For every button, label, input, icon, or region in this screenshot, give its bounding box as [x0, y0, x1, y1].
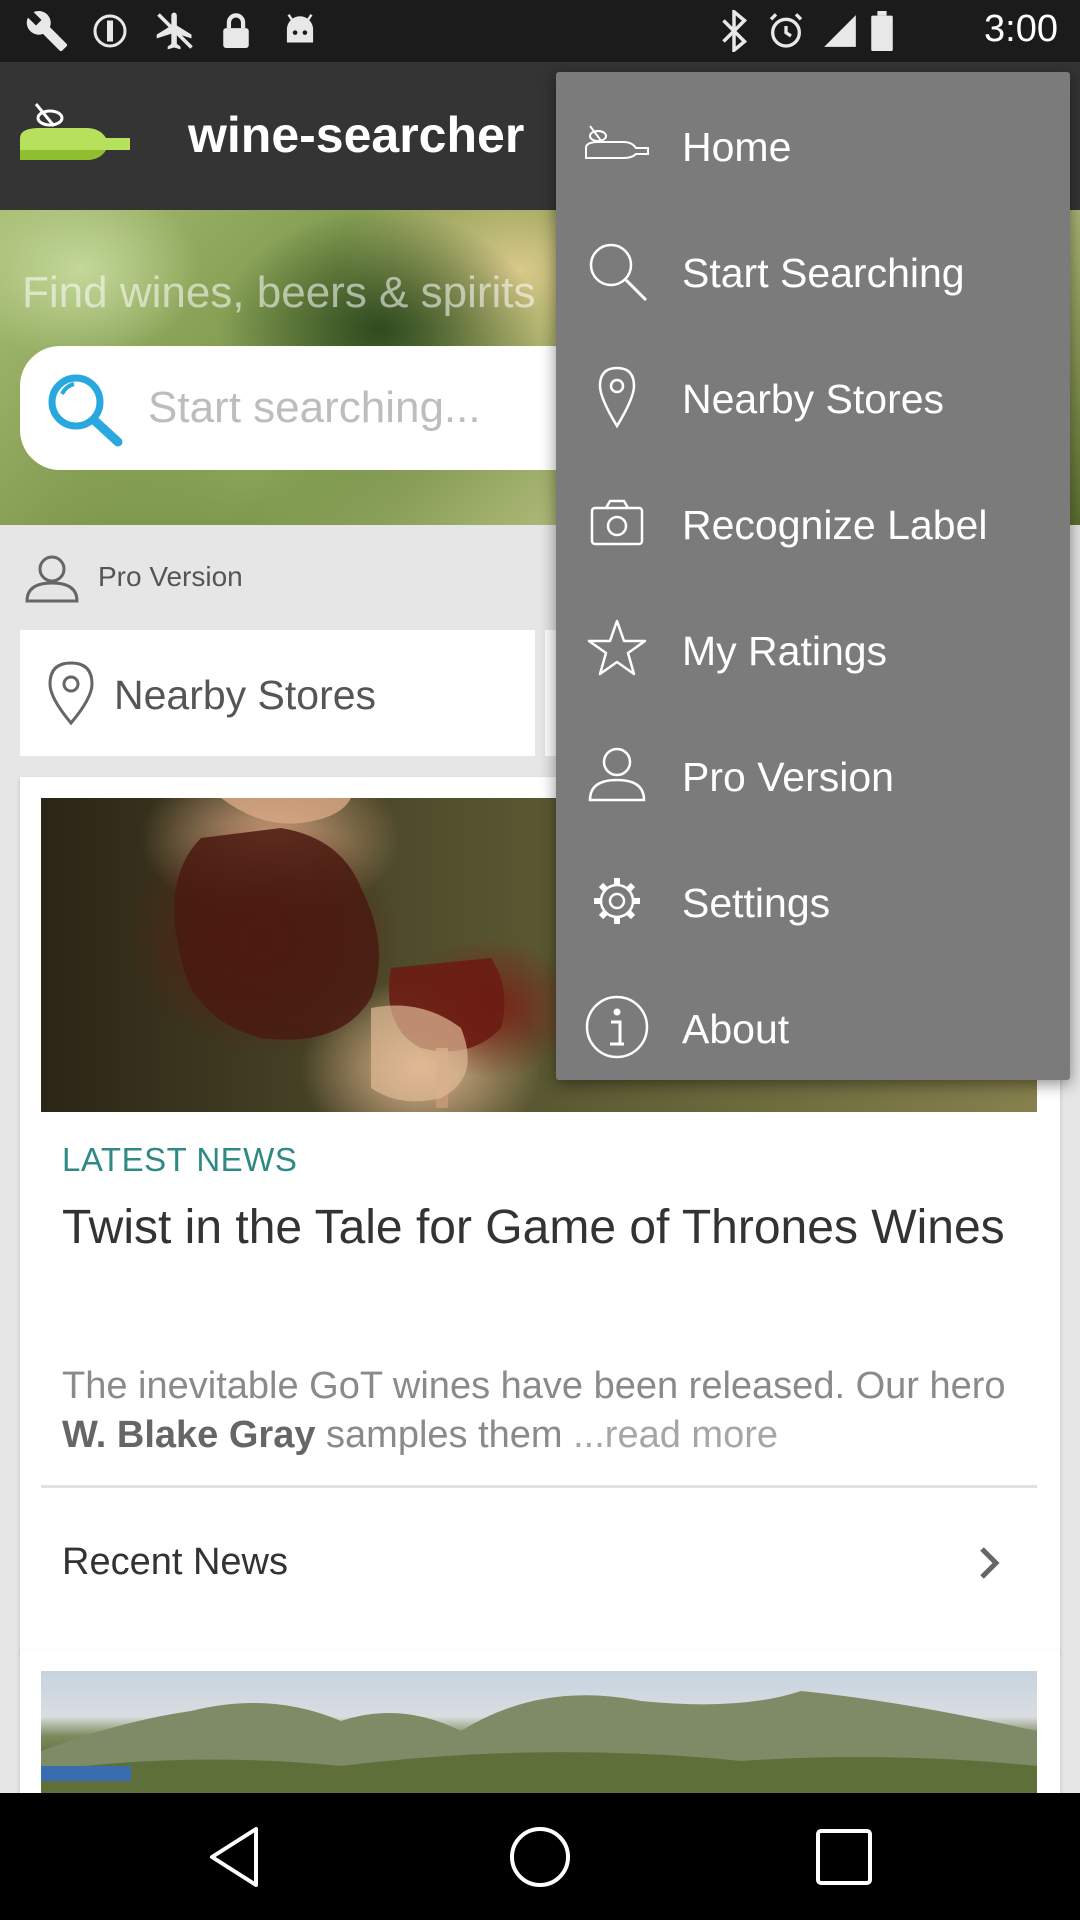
- lock-icon: [216, 10, 256, 52]
- excerpt-text-end: samples them: [315, 1414, 574, 1456]
- overflow-menu: Home Start Searching Nearby Stores Recog…: [556, 72, 1070, 1080]
- wrench-icon: [22, 10, 72, 52]
- star-icon: [587, 619, 647, 676]
- camera-icon: [590, 499, 644, 546]
- menu-item-settings[interactable]: Settings: [556, 838, 1070, 964]
- menu-item-label: Recognize Label: [682, 502, 988, 548]
- no-sim-icon: [90, 10, 130, 52]
- read-more-link[interactable]: ...read more: [573, 1414, 778, 1456]
- hero-tagline: Find wines, beers & spirits: [22, 268, 536, 317]
- recents-icon[interactable]: [808, 1821, 880, 1893]
- nearby-stores-button[interactable]: Nearby Stores: [20, 630, 535, 756]
- location-pin-icon: [48, 661, 94, 726]
- menu-item-pro-version[interactable]: Pro Version: [556, 712, 1070, 838]
- recent-news-label: Recent News: [62, 1541, 288, 1583]
- news-image[interactable]: [41, 1671, 1037, 1793]
- system-nav-bar: [0, 1793, 1080, 1920]
- menu-item-my-ratings[interactable]: My Ratings: [556, 586, 1070, 712]
- menu-item-label: Settings: [682, 880, 831, 926]
- wine-bottle-logo-icon[interactable]: [16, 98, 132, 168]
- info-icon: [585, 995, 649, 1059]
- news-card[interactable]: [20, 1650, 1060, 1793]
- menu-item-label: My Ratings: [682, 628, 888, 674]
- excerpt-text: The inevitable GoT wines have been relea…: [62, 1365, 1006, 1407]
- menu-item-nearby-stores[interactable]: Nearby Stores: [556, 334, 1070, 460]
- bluetooth-icon: [716, 10, 752, 52]
- nearby-stores-label: Nearby Stores: [114, 672, 377, 718]
- menu-item-start-searching[interactable]: Start Searching: [556, 208, 1070, 334]
- alarm-icon: [764, 10, 808, 52]
- search-icon[interactable]: [40, 368, 128, 448]
- person-icon: [25, 555, 79, 603]
- wine-bottle-icon: [585, 125, 649, 159]
- recent-news-row[interactable]: Recent News: [20, 1489, 1060, 1639]
- search-box[interactable]: [20, 346, 640, 470]
- news-excerpt: The inevitable GoT wines have been relea…: [62, 1362, 1022, 1460]
- menu-item-label: Start Searching: [682, 250, 965, 296]
- chevron-right-icon: [980, 1547, 1000, 1579]
- news-category: LATEST NEWS: [62, 1141, 298, 1178]
- app-title: wine-searcher: [188, 107, 525, 163]
- divider: [41, 1485, 1037, 1488]
- back-icon[interactable]: [200, 1821, 272, 1893]
- menu-item-label: Home: [682, 124, 792, 170]
- location-pin-icon: [598, 366, 636, 429]
- home-icon[interactable]: [504, 1821, 576, 1893]
- android-icon: [278, 10, 322, 52]
- excerpt-author: W. Blake Gray: [62, 1414, 316, 1456]
- search-icon: [589, 243, 648, 302]
- menu-item-recognize-label[interactable]: Recognize Label: [556, 460, 1070, 586]
- news-title[interactable]: Twist in the Tale for Game of Thrones Wi…: [62, 1197, 1012, 1259]
- no-signal-plane-icon: [150, 10, 200, 52]
- menu-item-home[interactable]: Home: [556, 82, 1070, 208]
- menu-item-label: Nearby Stores: [682, 376, 945, 422]
- gear-icon: [594, 878, 640, 924]
- signal-icon: [818, 10, 862, 52]
- menu-item-label: Pro Version: [682, 754, 894, 800]
- battery-icon: [868, 10, 896, 52]
- menu-item-about[interactable]: About: [556, 964, 1070, 1090]
- clock-time: 3:00: [984, 8, 1058, 50]
- person-icon: [588, 747, 646, 802]
- pro-version-label: Pro Version: [98, 561, 243, 592]
- menu-item-label: About: [682, 1006, 790, 1052]
- landscape-illustration: [41, 1691, 1037, 1793]
- status-bar: 3:00: [0, 0, 1080, 62]
